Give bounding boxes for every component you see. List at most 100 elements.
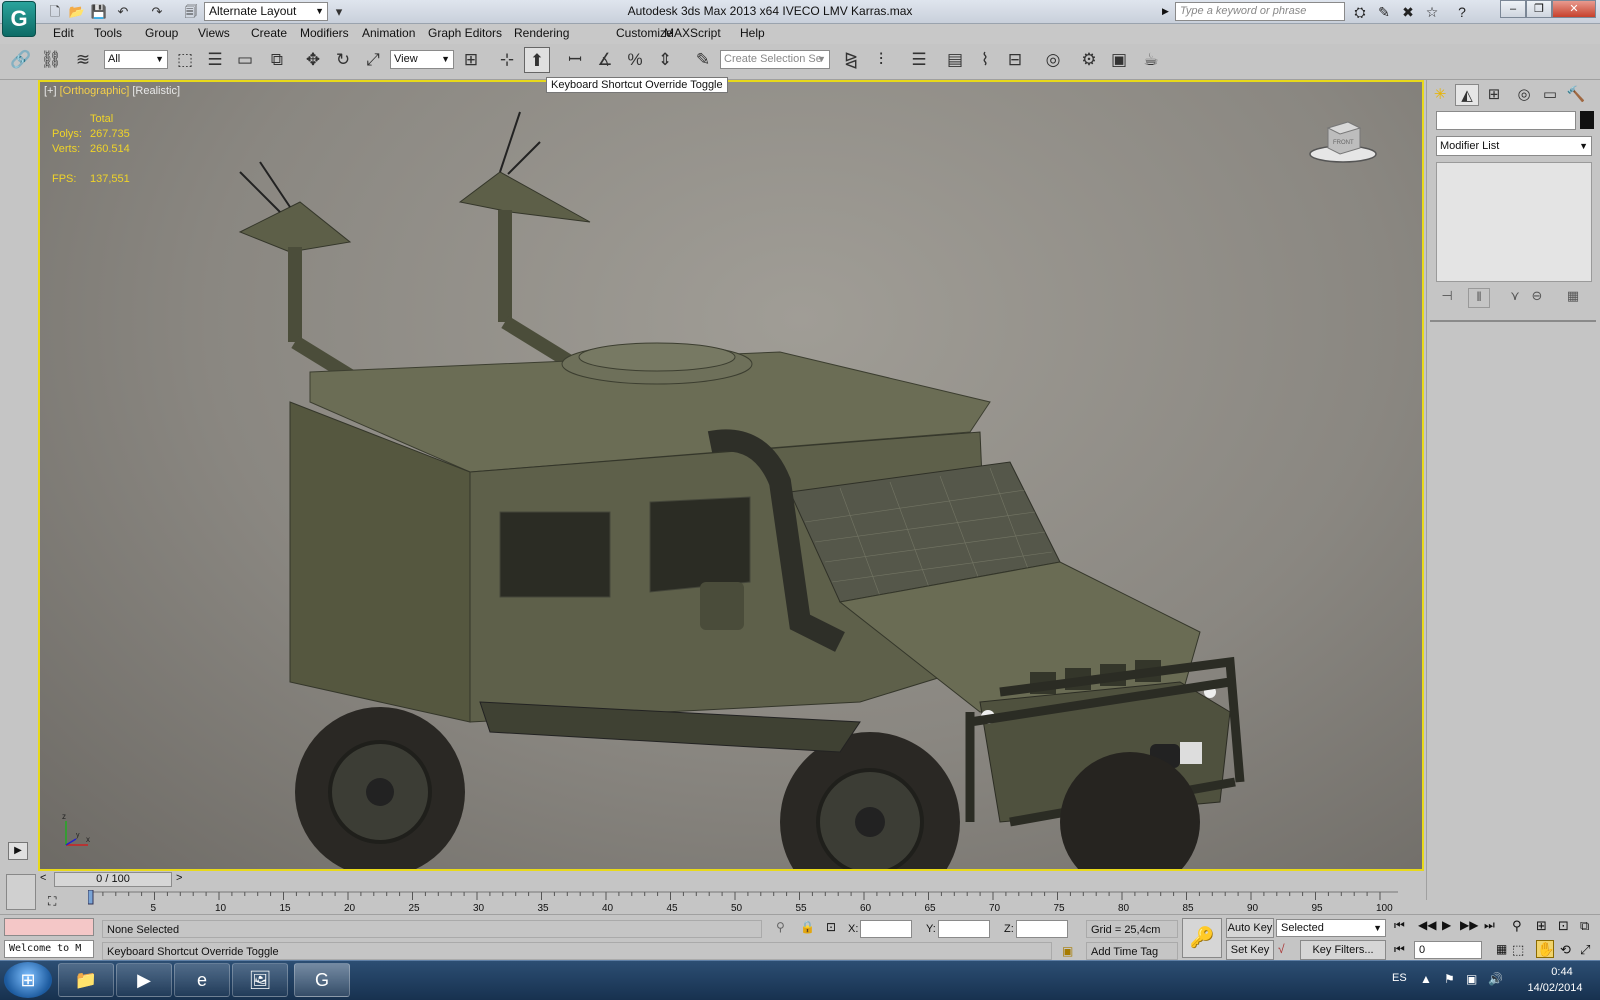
key-filters-button[interactable]: Key Filters... [1300, 940, 1386, 960]
clock-time[interactable]: 0:44 [1534, 966, 1590, 978]
hierarchy-tab-icon[interactable]: ⊞ [1482, 84, 1506, 106]
key-mode-toggle-icon[interactable]: ⏮ [1394, 942, 1405, 957]
subscription-icon[interactable]: ✎ [1374, 3, 1394, 21]
project-folder-icon[interactable]: 🗐 [182, 3, 200, 21]
utilities-tab-icon[interactable]: 🔨 [1564, 84, 1588, 106]
save-file-icon[interactable]: 💾 [90, 3, 108, 21]
viewport-plus-menu[interactable]: [+] [44, 85, 57, 97]
menu-edit[interactable]: Edit [53, 26, 74, 40]
search-expand-icon[interactable]: ▶ [1162, 6, 1169, 17]
percent-snap-icon[interactable]: % [622, 47, 648, 73]
undo-icon[interactable]: ↶ [114, 3, 132, 21]
time-configuration-icon[interactable]: ▦ [1496, 942, 1507, 956]
action-center-flag-icon[interactable]: ⚑ [1444, 972, 1455, 986]
time-slider-next[interactable]: > [176, 872, 182, 884]
key-mode-dropdown[interactable]: Selected ▼ [1276, 919, 1386, 937]
menu-create[interactable]: Create [251, 26, 287, 40]
object-color-swatch[interactable] [1580, 111, 1594, 129]
maxscript-mini-listener[interactable] [4, 918, 94, 936]
go-to-end-icon[interactable]: ⏭ [1484, 918, 1495, 933]
scale-icon[interactable]: ⤢ [360, 47, 386, 73]
material-editor-icon[interactable]: ◎ [1040, 47, 1066, 73]
motion-tab-icon[interactable]: ◎ [1512, 84, 1536, 106]
viewport-view-menu[interactable]: [Orthographic] [60, 85, 130, 97]
lock-selection-icon[interactable]: 🔒 [800, 920, 815, 934]
remove-modifier-icon[interactable]: ⊖ [1526, 288, 1548, 308]
select-object-icon[interactable]: ⬚ [172, 47, 198, 73]
schematic-view-icon[interactable]: ⊟ [1002, 47, 1028, 73]
select-manipulate-icon[interactable]: ⊹ [494, 47, 520, 73]
selection-filter-dropdown[interactable]: All ▼ [104, 50, 168, 69]
viewport-perspective[interactable]: [+] [Orthographic] [Realistic] Total Pol… [38, 80, 1424, 871]
select-by-name-icon[interactable]: ☰ [202, 47, 228, 73]
isolate-icon[interactable]: ⚲ [776, 920, 785, 934]
keyboard-shortcut-override-icon[interactable]: ⬆ [524, 47, 550, 73]
network-icon[interactable]: ▣ [1466, 972, 1477, 986]
play-icon[interactable]: ▶ [8, 842, 28, 860]
layer-manager-icon[interactable]: ☰ [906, 47, 932, 73]
graphite-ribbon-icon[interactable]: ▤ [942, 47, 968, 73]
zoom-all-icon[interactable]: ⊞ [1536, 918, 1547, 934]
unlink-icon[interactable]: ⛓ [38, 47, 64, 73]
menu-views[interactable]: Views [198, 26, 230, 40]
minimize-button[interactable]: – [1500, 0, 1526, 18]
workspace-dropdown[interactable]: Alternate Layout ▼ [204, 2, 328, 21]
zoom-extents-all-icon[interactable]: ⧉ [1580, 918, 1589, 934]
internet-explorer-taskbar-icon[interactable]: e [174, 963, 230, 997]
vehicle-model[interactable] [220, 102, 1320, 871]
render-production-icon[interactable]: ☕ [1138, 47, 1164, 73]
key-tangent-icon[interactable]: √ [1278, 942, 1285, 956]
absolute-mode-icon[interactable]: ⊡ [826, 920, 836, 934]
rotate-icon[interactable]: ↻ [330, 47, 356, 73]
help-icon[interactable]: ? [1452, 3, 1472, 21]
open-file-icon[interactable]: 📂 [68, 3, 86, 21]
zoom-region-icon[interactable]: ⬚ [1512, 942, 1524, 958]
edit-named-selection-icon[interactable]: ✎ [690, 47, 716, 73]
image-viewer-taskbar-icon[interactable]: 🖼 [232, 963, 288, 997]
named-selection-dropdown[interactable]: Create Selection Se ▼ [720, 50, 830, 69]
modifier-stack[interactable] [1436, 162, 1592, 282]
binoculars-icon[interactable]: ⛭ [1350, 3, 1370, 21]
rectangular-selection-icon[interactable]: ▭ [232, 47, 258, 73]
time-slider-prev[interactable]: < [40, 872, 46, 884]
curve-editor-icon[interactable]: ⌇ [972, 47, 998, 73]
play-animation-icon[interactable]: ▶ [1442, 918, 1451, 932]
set-key-button[interactable]: Set Key [1226, 940, 1274, 960]
set-keys-key-icon[interactable]: 🔑 [1182, 918, 1222, 958]
close-button[interactable]: ✕ [1552, 0, 1596, 18]
z-coordinate-input[interactable] [1016, 920, 1068, 938]
object-name-field[interactable] [1436, 111, 1576, 130]
configure-modifier-sets-icon[interactable]: ▦ [1562, 288, 1584, 308]
redo-icon[interactable]: ↷ [148, 3, 166, 21]
workspace-menu-icon[interactable]: ▾ [330, 3, 348, 21]
track-bar-icon[interactable]: ⛶ [48, 894, 56, 909]
move-icon[interactable]: ✥ [300, 47, 326, 73]
start-button[interactable]: ⊞ [4, 962, 52, 998]
x-coordinate-input[interactable] [860, 920, 912, 938]
orbit-icon[interactable]: ⟲ [1560, 942, 1571, 958]
time-tag-icon[interactable]: ▣ [1062, 944, 1073, 958]
maxscript-output[interactable]: Welcome to M [4, 940, 94, 958]
viewport-shading-menu[interactable]: [Realistic] [132, 85, 180, 97]
modifier-list-dropdown[interactable]: Modifier List ▼ [1436, 136, 1592, 156]
3ds-max-taskbar-icon[interactable]: G [294, 963, 350, 997]
render-setup-icon[interactable]: ⚙ [1076, 47, 1102, 73]
explorer-taskbar-icon[interactable]: 📁 [58, 963, 114, 997]
menu-help[interactable]: Help [740, 26, 765, 40]
modify-tab-icon[interactable]: ◭ [1455, 84, 1479, 106]
menu-rendering[interactable]: Rendering [514, 26, 569, 40]
clock-date[interactable]: 14/02/2014 [1520, 982, 1590, 994]
create-tab-icon[interactable]: ✳ [1428, 84, 1452, 106]
maximize-button[interactable]: ❐ [1526, 0, 1552, 18]
communication-icon[interactable]: ✖ [1398, 3, 1418, 21]
favorites-star-icon[interactable]: ☆ [1422, 3, 1442, 21]
spinner-snap-icon[interactable]: ⇕ [652, 47, 678, 73]
display-tab-icon[interactable]: ▭ [1538, 84, 1562, 106]
current-frame-input[interactable]: 0 [1414, 941, 1482, 959]
menu-tools[interactable]: Tools [94, 26, 122, 40]
auto-key-button[interactable]: Auto Key [1226, 918, 1274, 938]
menu-animation[interactable]: Animation [362, 26, 415, 40]
viewport-label[interactable]: [+] [Orthographic] [Realistic] [44, 85, 180, 97]
bind-space-warp-icon[interactable]: ≋ [70, 47, 96, 73]
zoom-extents-icon[interactable]: ⊡ [1558, 918, 1569, 934]
